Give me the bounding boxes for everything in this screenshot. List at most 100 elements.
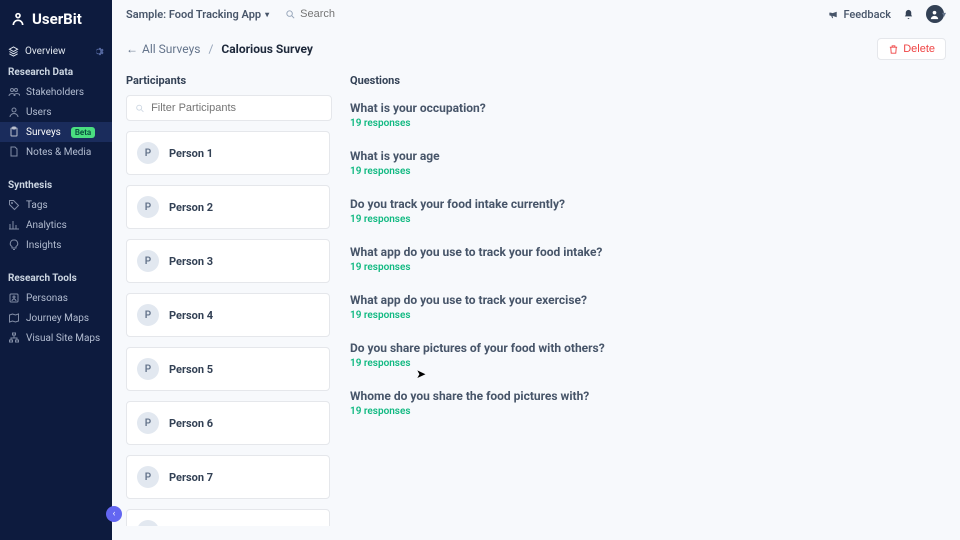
collapse-sidebar-button[interactable]: ‹ <box>106 506 122 522</box>
delete-button[interactable]: Delete <box>877 38 946 60</box>
layers-icon <box>8 46 19 57</box>
question-item[interactable]: Do you share pictures of your food with … <box>350 335 946 383</box>
feedback-button[interactable]: Feedback <box>828 8 891 21</box>
breadcrumb-back[interactable]: ← All Surveys <box>126 42 200 56</box>
participants-list: PPerson 1PPerson 2PPerson 3PPerson 4PPer… <box>126 131 332 526</box>
sidebar-item-personas[interactable]: Personas <box>0 288 112 308</box>
sidebar-item-insights[interactable]: Insights <box>0 235 112 255</box>
sidebar-section-title: Research Data <box>0 61 112 82</box>
participants-filter-input[interactable] <box>151 102 323 114</box>
sidebar-item-users[interactable]: Users <box>0 102 112 122</box>
bell-icon[interactable] <box>903 9 914 20</box>
question-responses: 19 responses <box>350 262 946 273</box>
delete-label: Delete <box>903 43 935 55</box>
participants-column: Participants P Person 1 P Person 2 P Person 3… <box>126 70 332 526</box>
megaphone-icon <box>828 9 839 20</box>
question-item[interactable]: What app do you use to track your food i… <box>350 239 946 287</box>
question-item[interactable]: What app do you use to track your exerci… <box>350 287 946 335</box>
avatar: P <box>137 196 159 218</box>
sidebar-section-title: Research Tools <box>0 267 112 288</box>
questions-header: Questions <box>350 70 946 95</box>
participant-name: Person 2 <box>169 201 213 214</box>
map-icon <box>8 312 20 324</box>
sidebar-item-overview[interactable]: Overview <box>0 42 112 61</box>
question-text: Whome do you share the food pictures wit… <box>350 389 946 403</box>
question-text: What app do you use to track your food i… <box>350 245 946 259</box>
question-item[interactable]: Do you track your food intake currently?… <box>350 191 946 239</box>
project-name-label: Sample: Food Tracking App <box>126 8 261 21</box>
sitemap-icon <box>8 332 20 344</box>
breadcrumb: ← All Surveys / Calorious Survey Delete <box>112 28 960 70</box>
question-responses: 19 responses <box>350 214 946 225</box>
avatar: P <box>137 250 159 272</box>
avatar: P <box>137 142 159 164</box>
sidebar-item-journey-maps[interactable]: Journey Maps <box>0 308 112 328</box>
participant-card[interactable]: P Person 4 <box>126 293 330 337</box>
question-responses: 19 responses <box>350 358 946 369</box>
question-responses: 19 responses <box>350 310 946 321</box>
participants-filter[interactable] <box>126 95 332 121</box>
page-title: Calorious Survey <box>221 42 313 56</box>
clipboard-icon <box>8 126 20 138</box>
sidebar-item-label: Visual Site Maps <box>26 333 100 344</box>
chevron-down-icon: ▾ <box>265 10 269 19</box>
chevron-down-icon: ▾ <box>942 10 946 19</box>
brand-logo[interactable]: UserBit <box>0 6 112 42</box>
question-text: Do you track your food intake currently? <box>350 197 946 211</box>
avatar: P <box>137 304 159 326</box>
participant-card[interactable]: PPerson 7 <box>126 455 330 499</box>
search-input[interactable] <box>300 8 442 20</box>
sidebar: UserBit Overview Research DataStakeholde… <box>0 0 112 540</box>
participant-name: Person 4 <box>169 309 213 322</box>
arrow-left-icon: ← <box>126 42 138 56</box>
breadcrumb-separator: / <box>208 42 213 56</box>
participant-card[interactable]: P Person 5 <box>126 347 330 391</box>
participant-name: Person 1 <box>169 147 213 160</box>
global-search[interactable] <box>285 8 442 20</box>
sidebar-item-label: Users <box>26 107 52 118</box>
project-switcher[interactable]: Sample: Food Tracking App ▾ <box>126 8 269 21</box>
sidebar-item-stakeholders[interactable]: Stakeholders <box>0 82 112 102</box>
sidebar-item-analytics[interactable]: Analytics <box>0 215 112 235</box>
users-icon <box>8 86 20 98</box>
participant-name: Person 5 <box>169 363 213 376</box>
participant-card[interactable]: P Person 2 <box>126 185 330 229</box>
question-text: Do you share pictures of your food with … <box>350 341 946 355</box>
bulb-icon <box>8 239 20 251</box>
participant-card[interactable]: PPerson 6 <box>126 401 330 445</box>
participant-card[interactable]: P Person 3 <box>126 239 330 283</box>
user-menu[interactable]: ▾ <box>926 5 946 23</box>
persona-icon <box>8 292 20 304</box>
participants-header: Participants <box>126 70 332 95</box>
trash-icon <box>888 44 899 55</box>
question-item[interactable]: What is your occupation?19 responses <box>350 95 946 143</box>
avatar: P <box>137 466 159 488</box>
sidebar-item-tags[interactable]: Tags <box>0 195 112 215</box>
participant-card[interactable]: P Person 1 <box>126 131 330 175</box>
question-responses: 19 responses <box>350 406 946 417</box>
participant-name: Person 3 <box>169 255 213 268</box>
sidebar-item-label: Surveys <box>26 127 61 138</box>
sidebar-item-notes-media[interactable]: Notes & Media <box>0 142 112 162</box>
brand-icon <box>10 11 26 27</box>
question-item[interactable]: What is your age19 responses <box>350 143 946 191</box>
search-icon <box>285 9 296 20</box>
user-icon <box>8 106 20 118</box>
sidebar-item-label: Tags <box>26 200 48 211</box>
question-item[interactable]: Whome do you share the food pictures wit… <box>350 383 946 431</box>
questions-list: What is your occupation?19 responsesWhat… <box>350 95 946 526</box>
avatar: P <box>137 520 159 526</box>
gear-icon[interactable] <box>93 46 104 57</box>
sidebar-item-label: Analytics <box>26 220 67 231</box>
questions-column: Questions What is your occupation?19 res… <box>350 70 946 526</box>
participant-name: Person 8 <box>169 525 213 527</box>
avatar: P <box>137 358 159 380</box>
sidebar-item-label: Insights <box>26 240 61 251</box>
participant-card[interactable]: P Person 8 <box>126 509 330 526</box>
question-text: What is your age <box>350 149 946 163</box>
sidebar-item-surveys[interactable]: SurveysBeta <box>0 122 112 142</box>
brand-name: UserBit <box>32 10 82 28</box>
sidebar-item-label: Journey Maps <box>26 313 89 324</box>
topbar: Sample: Food Tracking App ▾ Feedback <box>112 0 960 28</box>
sidebar-item-visual-site-maps[interactable]: Visual Site Maps <box>0 328 112 348</box>
